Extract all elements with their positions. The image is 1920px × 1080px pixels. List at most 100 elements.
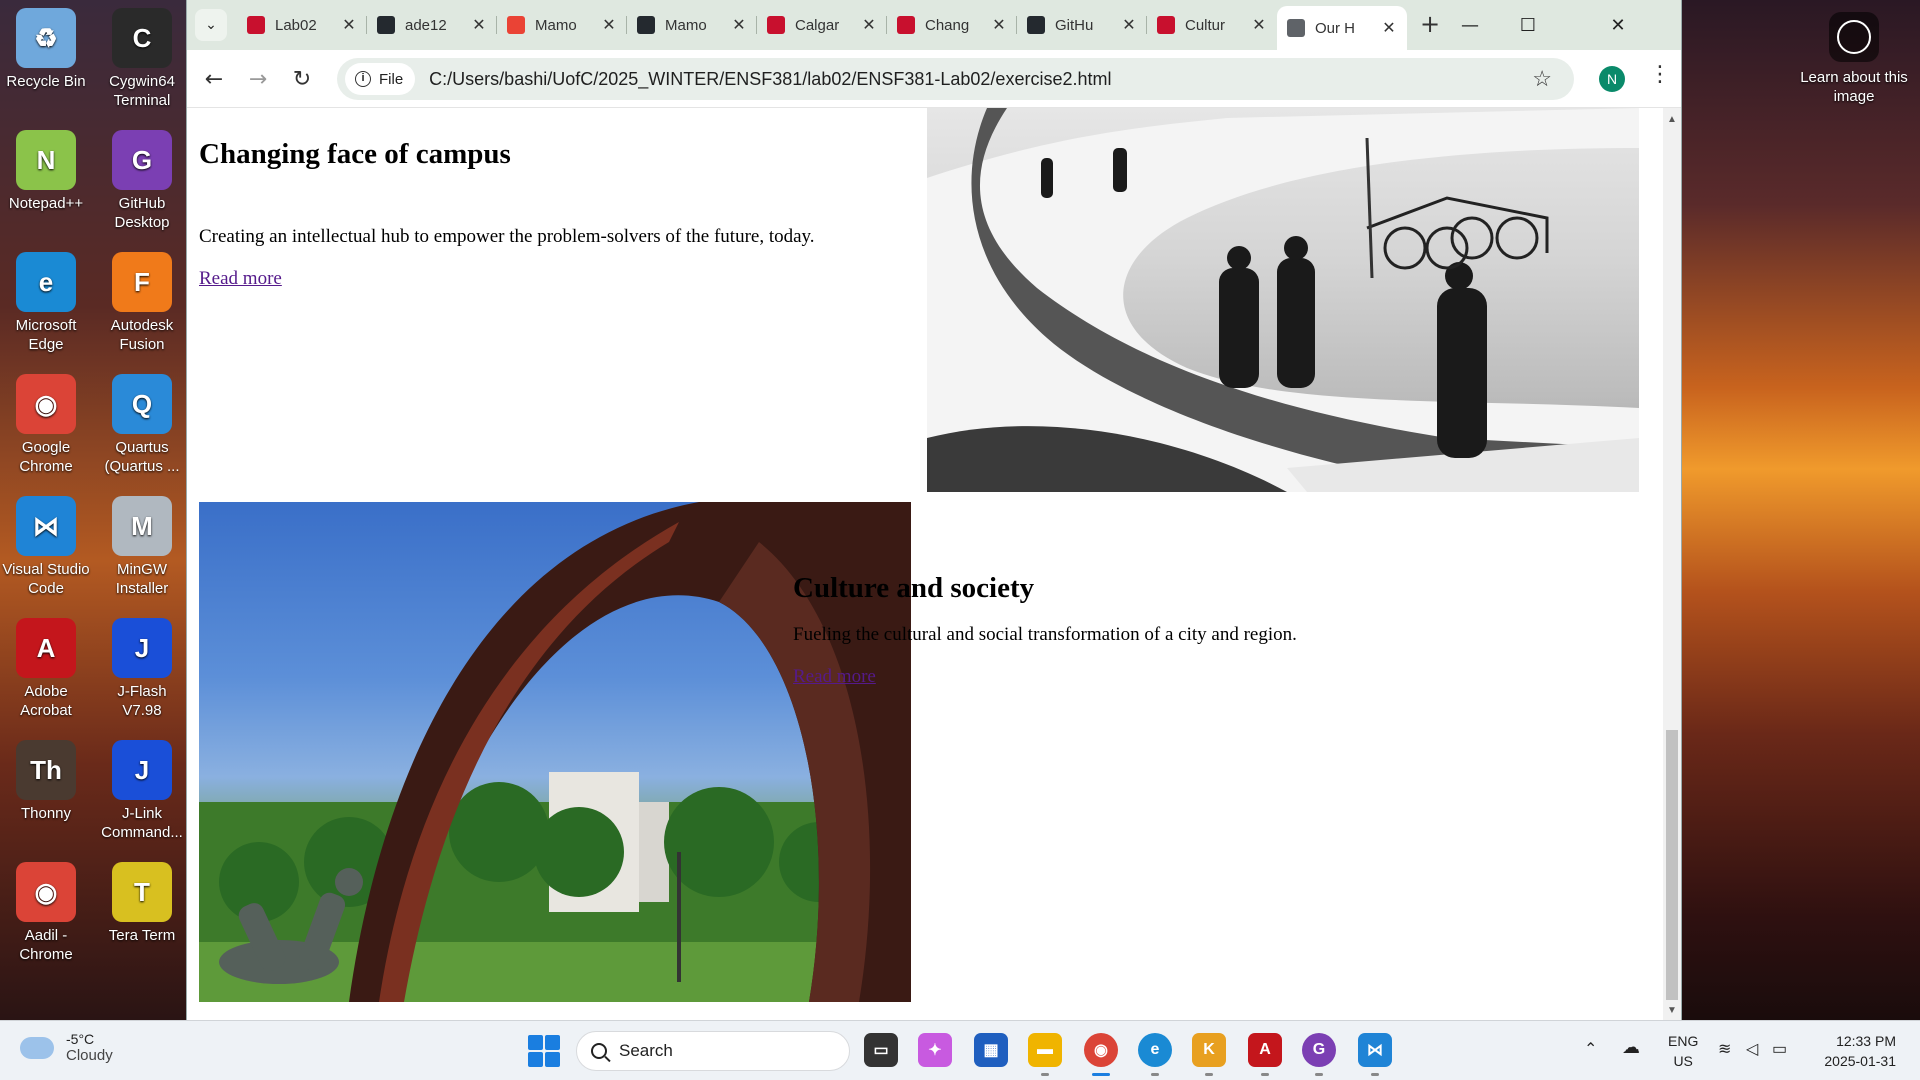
tab-close-icon[interactable]: ✕ <box>337 15 361 35</box>
wifi-icon[interactable]: ≋ <box>1718 1039 1731 1059</box>
tab-label: Cultur <box>1185 16 1226 34</box>
tab[interactable]: Mamo ✕ <box>497 8 627 42</box>
taskbar-clock[interactable]: 12:33 PM 2025-01-31 <box>1810 1031 1896 1071</box>
maximize-button[interactable]: ☐ <box>1499 0 1557 50</box>
desktop-icon[interactable]: ♻ Recycle Bin <box>0 8 92 91</box>
desktop-icon[interactable]: ◉ Aadil - Chrome <box>0 862 92 964</box>
scroll-down-icon[interactable]: ▼ <box>1667 1005 1677 1016</box>
desktop-icon[interactable]: ◉ Google Chrome <box>0 374 92 476</box>
back-button[interactable]: ← <box>199 64 229 94</box>
copilot-icon[interactable]: ✦ <box>918 1033 952 1067</box>
profile-avatar[interactable]: N <box>1599 66 1625 92</box>
desktop-icon[interactable]: T Tera Term <box>96 862 188 945</box>
github-icon <box>637 16 655 34</box>
tab-close-icon[interactable]: ✕ <box>467 15 491 35</box>
ucalgary-shield-icon <box>247 16 265 34</box>
tab-close-icon[interactable]: ✕ <box>727 15 751 35</box>
desktop-icon[interactable]: G GitHub Desktop <box>96 130 188 232</box>
desktop-icon[interactable]: F Autodesk Fusion <box>96 252 188 354</box>
address-bar[interactable]: i File C:/Users/bashi/UofC/2025_WINTER/E… <box>337 58 1574 100</box>
start-button[interactable] <box>528 1035 560 1067</box>
vscode-taskbar-icon[interactable]: ⋈ <box>1358 1033 1392 1067</box>
acrobat-icon: A <box>16 618 76 678</box>
site-info-chip[interactable]: i File <box>345 63 416 95</box>
scrollbar-thumb[interactable] <box>1666 730 1678 1000</box>
taskbar-search[interactable]: Search <box>576 1031 850 1071</box>
keil-icon[interactable]: K <box>1192 1033 1226 1067</box>
tab-close-icon[interactable]: ✕ <box>987 15 1011 35</box>
tab-label: ade12 <box>405 16 447 34</box>
tab-close-icon[interactable]: ✕ <box>597 15 621 35</box>
section1-read-more-link[interactable]: Read more <box>199 268 282 290</box>
tray-overflow-icon[interactable]: ⌃ <box>1584 1039 1597 1059</box>
desktop-icon-label: Microsoft Edge <box>15 317 77 353</box>
tab-label: Mamo <box>665 16 707 34</box>
tab[interactable]: Calgar ✕ <box>757 8 887 42</box>
desktop-icon[interactable]: C Cygwin64 Terminal <box>96 8 188 110</box>
reload-button[interactable]: ↻ <box>287 64 317 94</box>
weather-widget[interactable]: -5°C Cloudy <box>20 1031 113 1064</box>
learn-about-image-label: Learn about this image <box>1800 69 1908 105</box>
menu-kebab-icon[interactable]: ⋮ <box>1649 62 1671 87</box>
tab-label: Lab02 <box>275 16 317 34</box>
cygwin-icon: C <box>112 8 172 68</box>
onedrive-icon[interactable]: ☁ <box>1622 1037 1640 1058</box>
github-icon <box>1027 16 1045 34</box>
battery-icon[interactable]: ▭ <box>1772 1039 1787 1059</box>
desktop-icon[interactable]: N Notepad++ <box>0 130 92 213</box>
tab[interactable]: Mamo ✕ <box>627 8 757 42</box>
tab[interactable]: GitHu ✕ <box>1017 8 1147 42</box>
store-icon[interactable]: ▦ <box>974 1033 1008 1067</box>
tab-close-icon[interactable]: ✕ <box>1117 15 1141 35</box>
bookmark-star-icon[interactable]: ☆ <box>1532 66 1552 92</box>
tab[interactable]: Chang ✕ <box>887 8 1017 42</box>
learn-about-image[interactable]: Learn about this image <box>1800 12 1908 106</box>
desktop-icon[interactable]: e Microsoft Edge <box>0 252 92 354</box>
tab-search-button[interactable]: ⌄ <box>195 9 227 41</box>
desktop-icon-label: Tera Term <box>108 927 176 944</box>
tab[interactable]: Cultur ✕ <box>1147 8 1277 42</box>
vscode-indicator <box>1371 1073 1379 1076</box>
teraterm-icon: T <box>112 862 172 922</box>
forward-button[interactable]: → <box>243 64 273 94</box>
task-view-icon[interactable]: ▭ <box>864 1033 898 1067</box>
section2-read-more-link[interactable]: Read more <box>793 666 876 688</box>
desktop-icon[interactable]: J J-Flash V7.98 <box>96 618 188 720</box>
close-window-button[interactable]: ✕ <box>1557 0 1679 50</box>
desktop-icon-label: MinGW Installer <box>115 561 169 597</box>
edge-taskbar-icon[interactable]: e <box>1138 1033 1172 1067</box>
site-info-label: File <box>379 70 404 88</box>
minimize-button[interactable]: — <box>1441 0 1499 50</box>
scroll-up-icon[interactable]: ▲ <box>1667 114 1677 125</box>
tab-close-icon[interactable]: ✕ <box>857 15 881 35</box>
chrome-taskbar-icon[interactable]: ◉ <box>1084 1033 1118 1067</box>
page-scrollbar[interactable]: ▲ ▼ <box>1663 108 1681 1020</box>
desktop-icon[interactable]: M MinGW Installer <box>96 496 188 598</box>
github-desktop-taskbar-icon[interactable]: G <box>1302 1033 1336 1067</box>
file-explorer-icon[interactable]: ▬ <box>1028 1033 1062 1067</box>
desktop-icon-label: J-Link Command... <box>101 805 183 841</box>
weather-desc: Cloudy <box>66 1047 113 1064</box>
tab-close-icon[interactable]: ✕ <box>1377 18 1401 38</box>
gmail-icon <box>507 16 525 34</box>
tab-active[interactable]: Our H ✕ <box>1277 6 1407 50</box>
tab[interactable]: ade12 ✕ <box>367 8 497 42</box>
desktop-icon[interactable]: A Adobe Acrobat <box>0 618 92 720</box>
acrobat-taskbar-icon[interactable]: A <box>1248 1033 1282 1067</box>
section2-heading: Culture and society <box>793 572 1035 604</box>
url-text[interactable]: C:/Users/bashi/UofC/2025_WINTER/ENSF381/… <box>429 69 1111 90</box>
campus-winter-photo <box>927 108 1639 492</box>
tab[interactable]: Lab02 ✕ <box>237 8 367 42</box>
desktop-icon-label: Thonny <box>20 805 72 822</box>
volume-icon[interactable]: ◁ <box>1746 1039 1758 1059</box>
desktop-icon[interactable]: Th Thonny <box>0 740 92 823</box>
language-indicator[interactable]: ENG US <box>1668 1031 1698 1071</box>
clock-time: 12:33 PM <box>1836 1033 1896 1049</box>
tab-label: Our H <box>1315 19 1356 37</box>
tab-close-icon[interactable]: ✕ <box>1247 15 1271 35</box>
ucalgary-shield-icon <box>1157 16 1175 34</box>
desktop-icon[interactable]: J J-Link Command... <box>96 740 188 842</box>
desktop-icon[interactable]: ⋈ Visual Studio Code <box>0 496 92 598</box>
desktop-icon[interactable]: Q Quartus (Quartus ... <box>96 374 188 476</box>
github-desktop-indicator <box>1315 1073 1323 1076</box>
